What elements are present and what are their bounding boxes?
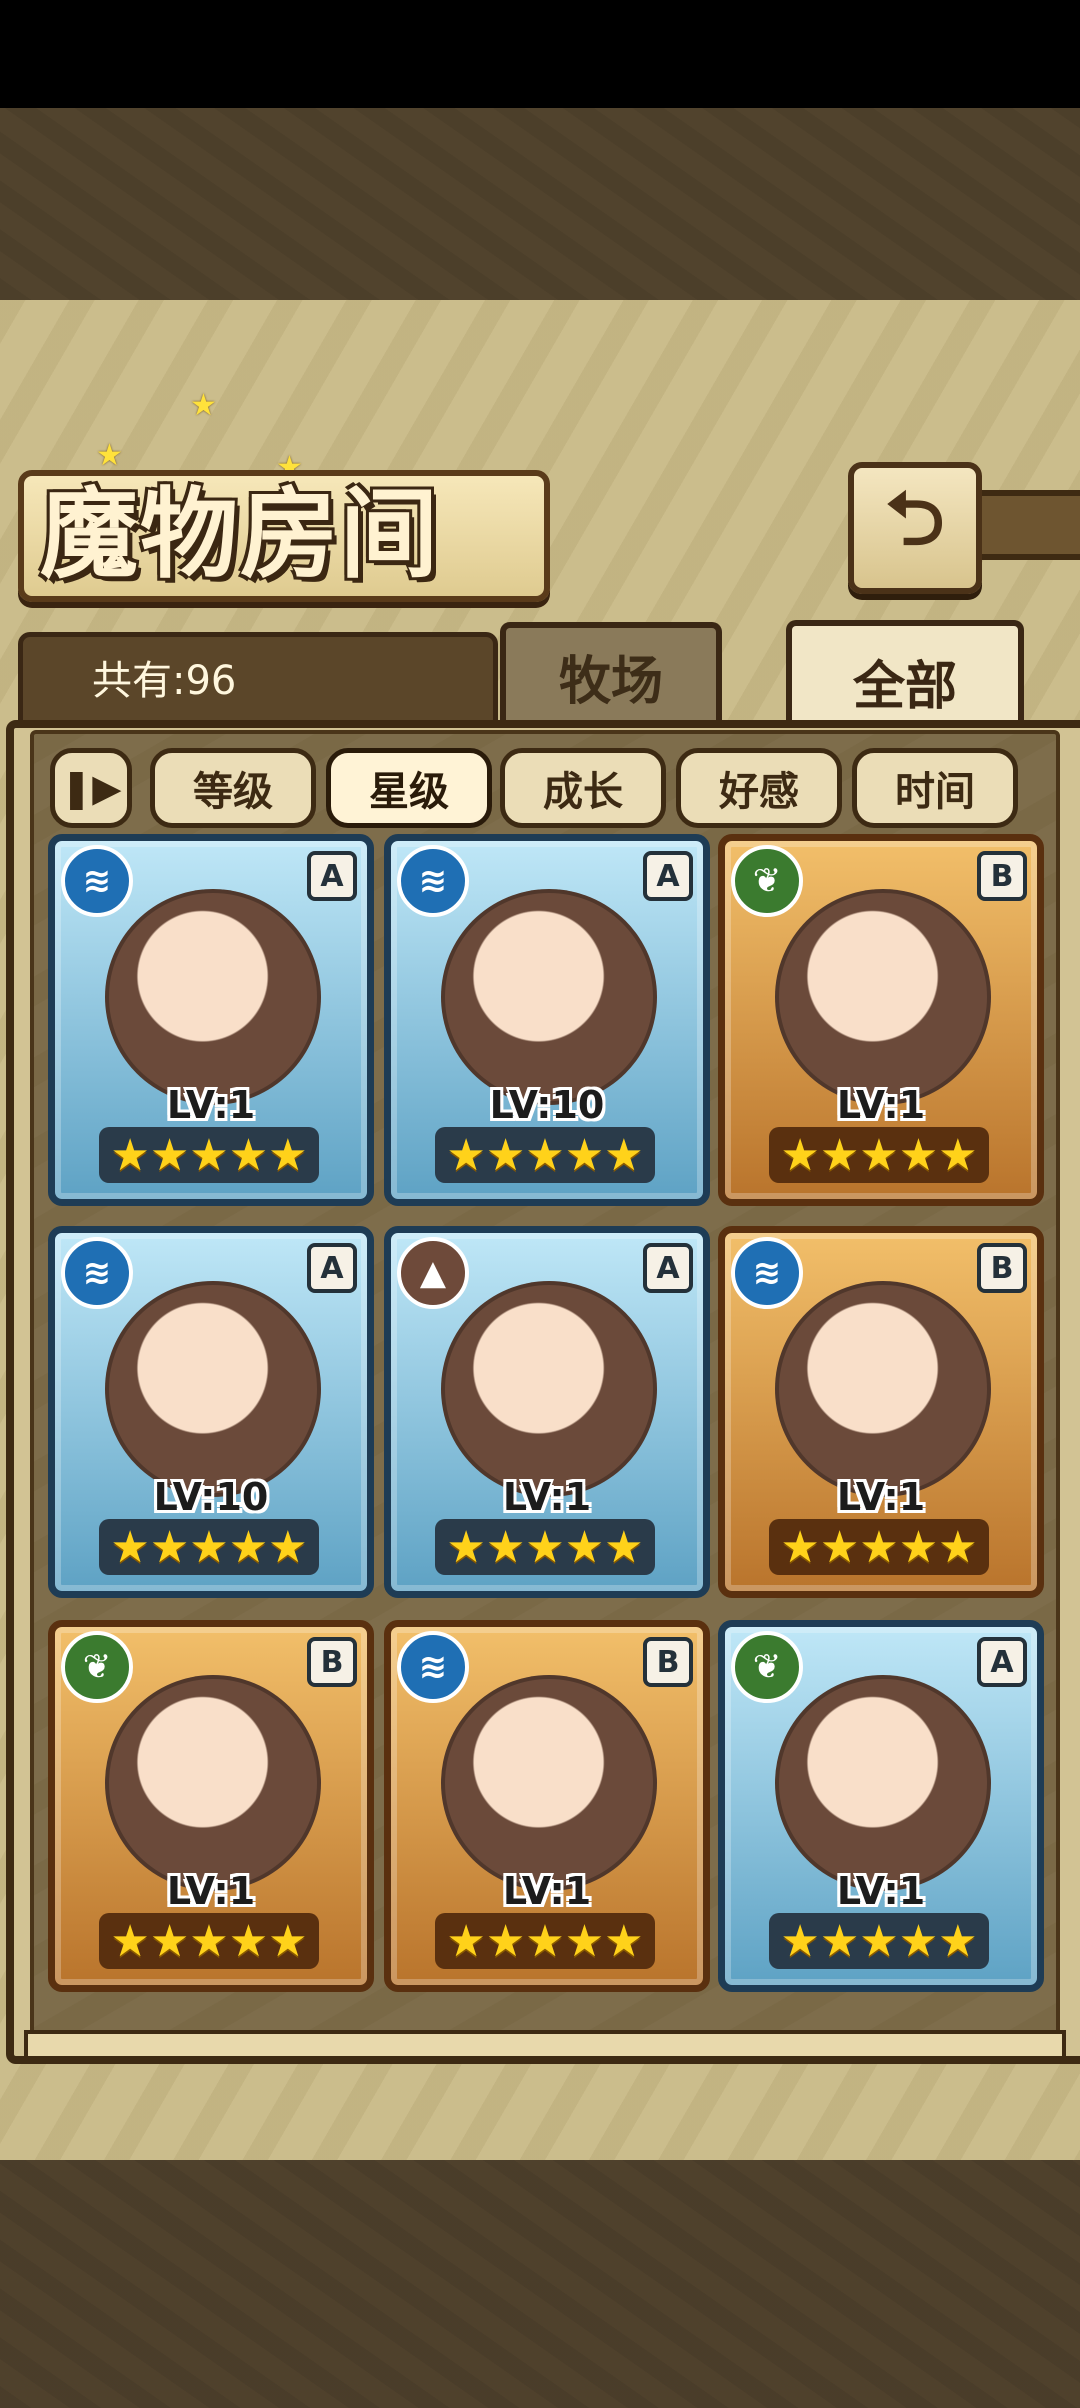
count-bar [18, 632, 498, 730]
monster-portrait [441, 1281, 657, 1497]
leaf-element-icon: ❦ [731, 845, 803, 917]
star-rating: ★★★★★ [99, 1519, 319, 1575]
star-rating: ★★★★★ [435, 1913, 655, 1969]
status-bar [0, 0, 1080, 108]
monster-portrait [105, 1675, 321, 1891]
monster-card[interactable]: ▲ A LV:1 ★★★★★ [384, 1226, 710, 1598]
filter-level[interactable]: 等级 [150, 748, 316, 828]
level-label: LV:1 [166, 1869, 256, 1913]
back-button[interactable]: ⮌ [848, 462, 982, 594]
rank-badge: B [307, 1637, 357, 1687]
back-arrow-icon: ⮌ [885, 476, 945, 562]
rank-badge: B [977, 851, 1027, 901]
star-rating: ★★★★★ [769, 1519, 989, 1575]
filter-affinity[interactable]: 好感 [676, 748, 842, 828]
rank-badge: A [643, 1243, 693, 1293]
star-rating: ★★★★★ [99, 1127, 319, 1183]
panel-bottom-rail [24, 2030, 1066, 2060]
tab-farm[interactable]: 牧场 [500, 622, 722, 724]
star-rating: ★★★★★ [435, 1127, 655, 1183]
monster-portrait [105, 1281, 321, 1497]
monster-portrait [775, 1675, 991, 1891]
level-label: LV:1 [502, 1475, 592, 1519]
monster-card[interactable]: ≋ B LV:1 ★★★★★ [718, 1226, 1044, 1598]
water-element-icon: ≋ [397, 845, 469, 917]
title-rail [978, 490, 1080, 560]
water-element-icon: ≋ [397, 1631, 469, 1703]
monster-portrait [105, 889, 321, 1105]
water-element-icon: ≋ [61, 845, 133, 917]
monster-card[interactable]: ❦ B LV:1 ★★★★★ [48, 1620, 374, 1992]
leaf-element-icon: ❦ [61, 1631, 133, 1703]
rank-badge: A [977, 1637, 1027, 1687]
monster-card[interactable]: ≋ A LV:10 ★★★★★ [384, 834, 710, 1206]
monster-portrait [441, 889, 657, 1105]
earth-element-icon: ▲ [397, 1237, 469, 1309]
monster-portrait [775, 889, 991, 1105]
sparkle-icon: ★ [190, 388, 217, 423]
monster-count: 共有:96 [92, 658, 237, 704]
sparkle-icon: ★ [96, 438, 123, 473]
rank-badge: A [307, 1243, 357, 1293]
map-background-bottom [0, 2160, 1080, 2408]
filter-star[interactable]: 星级 [326, 748, 492, 828]
water-element-icon: ≋ [61, 1237, 133, 1309]
filter-growth[interactable]: 成长 [500, 748, 666, 828]
level-label: LV:10 [489, 1083, 605, 1127]
level-label: LV:1 [836, 1083, 926, 1127]
map-background-top [0, 108, 1080, 300]
star-rating: ★★★★★ [99, 1913, 319, 1969]
monster-card[interactable]: ❦ A LV:1 ★★★★★ [718, 1620, 1044, 1992]
level-label: LV:1 [502, 1869, 592, 1913]
star-rating: ★★★★★ [769, 1913, 989, 1969]
rank-badge: B [977, 1243, 1027, 1293]
star-rating: ★★★★★ [769, 1127, 989, 1183]
level-label: LV:1 [836, 1869, 926, 1913]
rank-badge: B [643, 1637, 693, 1687]
sort-order-toggle[interactable]: ❚▶ [50, 748, 132, 828]
sort-toggle-icon: ❚▶ [60, 766, 122, 810]
level-label: LV:10 [153, 1475, 269, 1519]
page-title: 魔物房间 [40, 478, 441, 592]
level-label: LV:1 [166, 1083, 256, 1127]
monster-card[interactable]: ≋ A LV:10 ★★★★★ [48, 1226, 374, 1598]
filter-time[interactable]: 时间 [852, 748, 1018, 828]
monster-card[interactable]: ❦ B LV:1 ★★★★★ [718, 834, 1044, 1206]
level-label: LV:1 [836, 1475, 926, 1519]
monster-portrait [775, 1281, 991, 1497]
star-rating: ★★★★★ [435, 1519, 655, 1575]
tab-all[interactable]: 全部 [786, 620, 1024, 736]
water-element-icon: ≋ [731, 1237, 803, 1309]
monster-card[interactable]: ≋ B LV:1 ★★★★★ [384, 1620, 710, 1992]
monster-card[interactable]: ≋ A LV:1 ★★★★★ [48, 834, 374, 1206]
leaf-element-icon: ❦ [731, 1631, 803, 1703]
monster-portrait [441, 1675, 657, 1891]
rank-badge: A [643, 851, 693, 901]
rank-badge: A [307, 851, 357, 901]
